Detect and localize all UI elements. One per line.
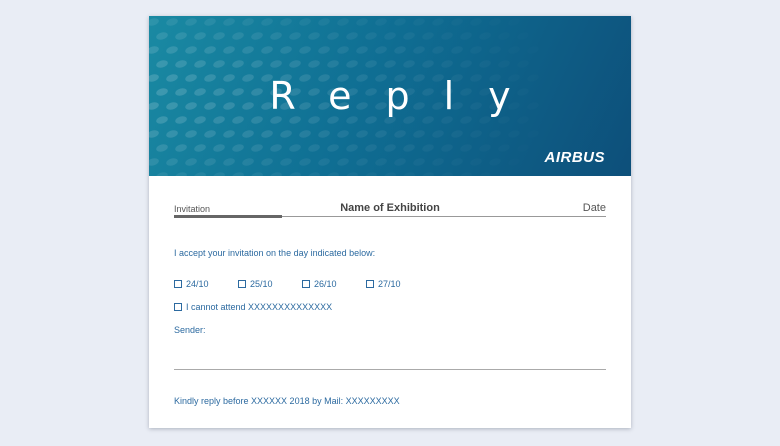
day-option-27[interactable]: 27/10 [366,279,401,289]
accept-text: I accept your invitation on the day indi… [174,248,376,258]
checkbox[interactable] [174,303,182,311]
header-accent-bar [174,215,282,218]
banner: Reply AIRBUS [149,16,631,176]
day-label: 26/10 [314,279,337,289]
sender-field-line[interactable] [174,369,606,370]
checkbox[interactable] [238,280,246,288]
sender-label: Sender: [174,325,206,335]
exhibition-name: Name of Exhibition [340,202,440,214]
day-option-25[interactable]: 25/10 [238,279,273,289]
reply-card: Reply AIRBUS Invitation Name of Exhibiti… [149,16,631,428]
day-label: 24/10 [186,279,209,289]
reply-deadline-text: Kindly reply before XXXXXX 2018 by Mail:… [174,396,400,406]
checkbox[interactable] [366,280,374,288]
day-option-24[interactable]: 24/10 [174,279,209,289]
day-option-26[interactable]: 26/10 [302,279,337,289]
checkbox[interactable] [302,280,310,288]
airbus-logo: AIRBUS [544,149,605,166]
checkbox[interactable] [174,280,182,288]
cannot-attend-label: I cannot attend XXXXXXXXXXXXXX [186,302,333,312]
day-label: 25/10 [250,279,273,289]
cannot-attend-option[interactable]: I cannot attend XXXXXXXXXXXXXX [174,302,332,312]
day-label: 27/10 [378,279,401,289]
reply-title: Reply [269,74,545,118]
date-label: Date [582,202,606,214]
